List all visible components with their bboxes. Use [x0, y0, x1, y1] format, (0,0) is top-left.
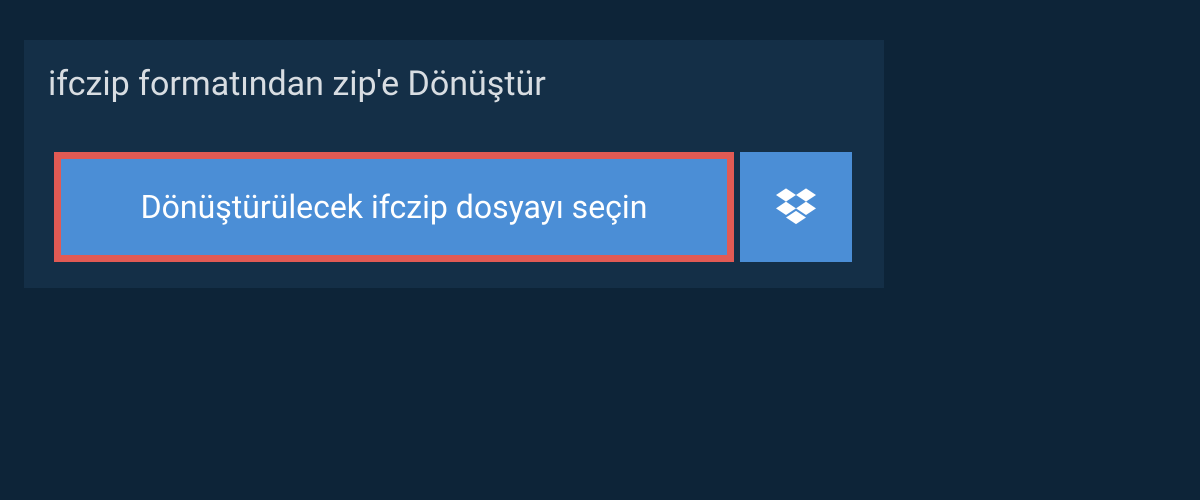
button-row: Dönüştürülecek ifczip dosyayı seçin: [24, 130, 884, 288]
card-title: ifczip formatından zip'e Dönüştür: [24, 40, 578, 130]
convert-card: ifczip formatından zip'e Dönüştür Dönüşt…: [24, 40, 884, 288]
dropbox-icon: [776, 185, 816, 229]
dropbox-button[interactable]: [740, 152, 852, 262]
select-file-button-label: Dönüştürülecek ifczip dosyayı seçin: [141, 188, 648, 226]
select-file-button[interactable]: Dönüştürülecek ifczip dosyayı seçin: [54, 152, 734, 262]
